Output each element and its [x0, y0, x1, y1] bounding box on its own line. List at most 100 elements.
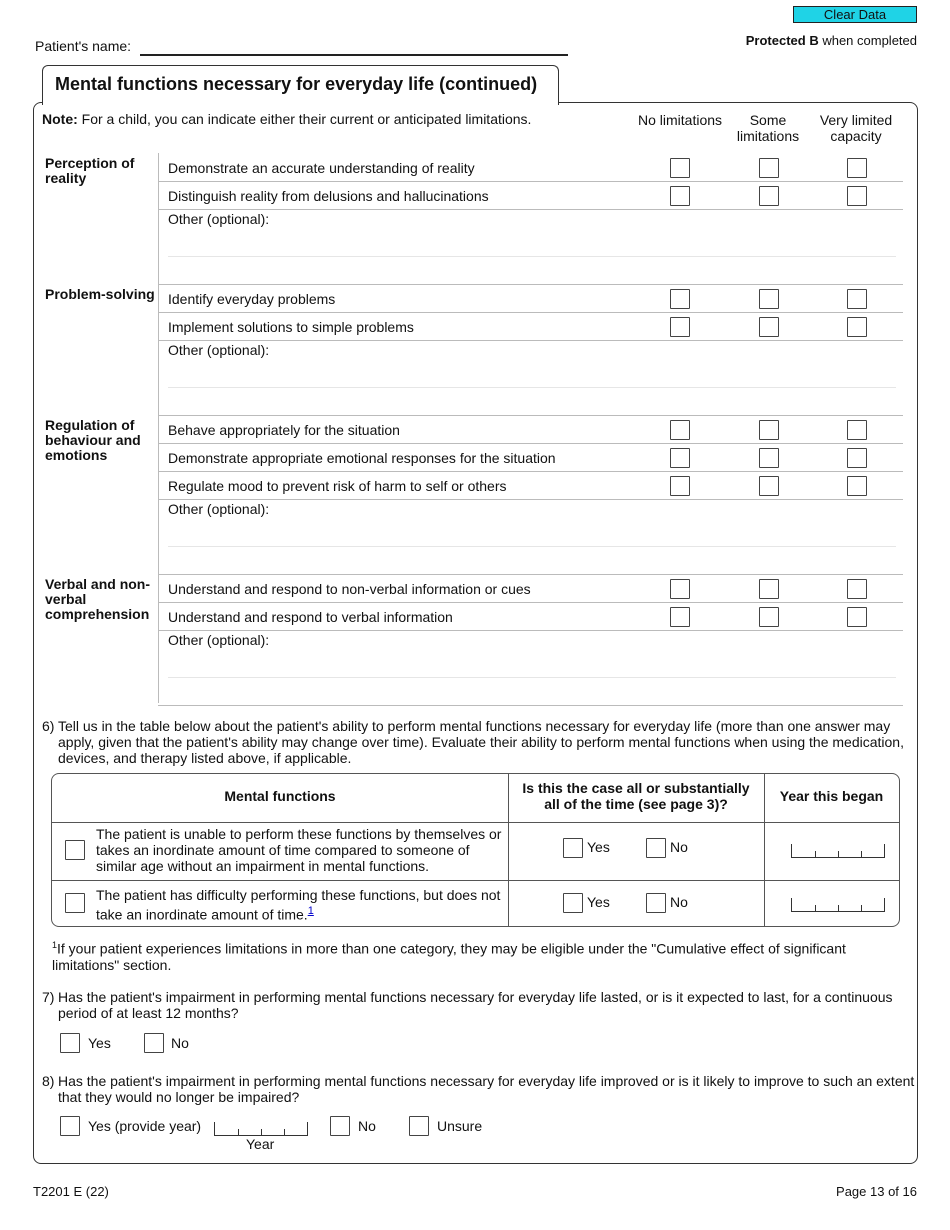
row2-checkbox[interactable]	[65, 893, 85, 913]
question-6: 6) Tell us in the table below about the p…	[42, 718, 904, 766]
some-limitations-checkbox[interactable]	[759, 607, 779, 627]
other-optional-label: Other (optional):	[168, 342, 270, 358]
q8-no-checkbox[interactable]	[330, 1116, 350, 1136]
section-tab: Mental functions necessary for everyday …	[42, 65, 559, 105]
some-limitations-checkbox[interactable]	[759, 289, 779, 309]
item-label: Demonstrate an accurate understanding of…	[168, 160, 475, 176]
row1-yes-checkbox[interactable]	[563, 838, 583, 858]
some-limitations-checkbox[interactable]	[759, 158, 779, 178]
row1-text: The patient is unable to perform these f…	[96, 826, 502, 874]
col-very-limited: Very limited capacity	[819, 112, 893, 144]
row1-no-checkbox[interactable]	[646, 838, 666, 858]
col-some-limitations: Some limitations	[736, 112, 800, 144]
other-optional-label: Other (optional):	[168, 501, 270, 517]
footnote: 1If your patient experiences limitations…	[52, 940, 846, 973]
col-no-limitations: No limitations	[637, 112, 723, 128]
very-limited-checkbox[interactable]	[847, 289, 867, 309]
row2-yes-label: Yes	[587, 894, 610, 910]
very-limited-checkbox[interactable]	[847, 579, 867, 599]
row2-no-checkbox[interactable]	[646, 893, 666, 913]
no-limitations-checkbox[interactable]	[670, 289, 690, 309]
row1-checkbox[interactable]	[65, 840, 85, 860]
some-limitations-checkbox[interactable]	[759, 186, 779, 206]
very-limited-checkbox[interactable]	[847, 158, 867, 178]
very-limited-checkbox[interactable]	[847, 607, 867, 627]
some-limitations-checkbox[interactable]	[759, 420, 779, 440]
other-optional-label: Other (optional):	[168, 211, 270, 227]
other-optional-field[interactable]	[168, 546, 896, 566]
patient-name-label: Patient's name:	[35, 38, 132, 54]
q7-yes-checkbox[interactable]	[60, 1033, 80, 1053]
item-label: Behave appropriately for the situation	[168, 422, 400, 438]
row-divider	[158, 181, 903, 182]
question-7: 7) Has the patient's impairment in perfor…	[42, 989, 893, 1021]
very-limited-checkbox[interactable]	[847, 476, 867, 496]
row-divider	[158, 340, 903, 341]
very-limited-checkbox[interactable]	[847, 448, 867, 468]
row2-no-label: No	[670, 894, 688, 910]
q8-unsure-label: Unsure	[437, 1118, 483, 1134]
item-label: Understand and respond to verbal informa…	[168, 609, 453, 625]
q8-no-label: No	[358, 1118, 376, 1134]
row-divider	[158, 499, 903, 500]
group-label: Perception of reality	[45, 155, 135, 186]
group-divider	[158, 574, 903, 575]
q8-year-field[interactable]	[214, 1122, 308, 1136]
form-id: T2201 E (22)	[33, 1184, 109, 1199]
q7-no-label: No	[171, 1035, 189, 1051]
group-label: Verbal and non-verbal comprehension	[45, 576, 151, 622]
note: Note: For a child, you can indicate eith…	[42, 111, 532, 127]
item-label: Distinguish reality from delusions and h…	[168, 188, 489, 204]
some-limitations-checkbox[interactable]	[759, 579, 779, 599]
row1-year-field[interactable]	[791, 844, 885, 858]
group-label: Regulation of behaviour and emotions	[45, 417, 141, 463]
row-divider	[158, 443, 903, 444]
some-limitations-checkbox[interactable]	[759, 317, 779, 337]
row2-year-field[interactable]	[791, 898, 885, 912]
very-limited-checkbox[interactable]	[847, 420, 867, 440]
other-optional-field[interactable]	[168, 387, 896, 407]
patient-name-field[interactable]	[140, 40, 568, 56]
row-divider	[158, 471, 903, 472]
no-limitations-checkbox[interactable]	[670, 579, 690, 599]
no-limitations-checkbox[interactable]	[670, 448, 690, 468]
clear-data-button[interactable]: Clear Data	[793, 6, 917, 23]
item-label: Regulate mood to prevent risk of harm to…	[168, 478, 507, 494]
very-limited-checkbox[interactable]	[847, 317, 867, 337]
other-optional-field[interactable]	[168, 256, 896, 276]
no-limitations-checkbox[interactable]	[670, 476, 690, 496]
question-8: 8) Has the patient's impairment in perfor…	[42, 1073, 915, 1105]
q8-unsure-checkbox[interactable]	[409, 1116, 429, 1136]
very-limited-checkbox[interactable]	[847, 186, 867, 206]
row2-yes-checkbox[interactable]	[563, 893, 583, 913]
group-divider	[158, 284, 903, 285]
q7-yes-label: Yes	[88, 1035, 111, 1051]
other-optional-label: Other (optional):	[168, 632, 270, 648]
item-label: Understand and respond to non-verbal inf…	[168, 581, 531, 597]
page-number: Page 13 of 16	[836, 1184, 917, 1199]
row1-no-label: No	[670, 839, 688, 855]
q8-year-label: Year	[246, 1136, 275, 1152]
group-label: Problem-solving	[45, 286, 155, 302]
row-divider	[158, 630, 903, 631]
header-all-of-time: Is this the case all or substantially al…	[522, 780, 750, 812]
some-limitations-checkbox[interactable]	[759, 448, 779, 468]
item-label: Implement solutions to simple problems	[168, 319, 414, 335]
q7-no-checkbox[interactable]	[144, 1033, 164, 1053]
q8-yes-checkbox[interactable]	[60, 1116, 80, 1136]
no-limitations-checkbox[interactable]	[670, 158, 690, 178]
row1-yes-label: Yes	[587, 839, 610, 855]
no-limitations-checkbox[interactable]	[670, 317, 690, 337]
mental-functions-table: Mental functions Is this the case all or…	[51, 773, 900, 927]
row-divider	[158, 209, 903, 210]
no-limitations-checkbox[interactable]	[670, 186, 690, 206]
no-limitations-checkbox[interactable]	[670, 607, 690, 627]
other-optional-field[interactable]	[168, 677, 896, 697]
row-divider	[158, 312, 903, 313]
q8-yes-label: Yes (provide year)	[88, 1118, 202, 1134]
some-limitations-checkbox[interactable]	[759, 476, 779, 496]
footnote-link[interactable]: 1	[308, 905, 314, 917]
no-limitations-checkbox[interactable]	[670, 420, 690, 440]
row2-text: The patient has difficulty performing th…	[96, 887, 501, 923]
item-label: Identify everyday problems	[168, 291, 336, 307]
